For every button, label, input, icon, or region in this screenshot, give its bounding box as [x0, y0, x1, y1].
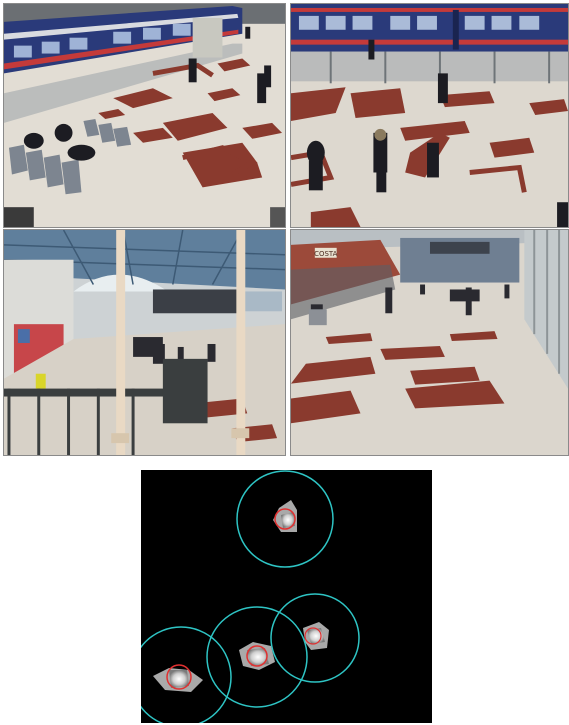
concourse-scene: COSTA — [291, 230, 568, 455]
column — [236, 230, 246, 455]
camera-view-walkway — [290, 3, 569, 228]
camera-view-concourse: COSTA — [290, 229, 569, 456]
shop-sign: COSTA — [314, 250, 337, 258]
camera-view-station-hall — [3, 229, 286, 456]
tracking-visualization — [141, 470, 432, 723]
station-hall-scene — [4, 230, 285, 455]
high-vis-worker — [35, 373, 46, 389]
platform-seating-scene — [4, 4, 285, 227]
tracking-map — [141, 470, 432, 723]
camera-view-platform-seating — [3, 3, 286, 228]
column — [116, 230, 126, 455]
departure-board — [152, 289, 243, 314]
walkway-scene — [291, 4, 568, 227]
